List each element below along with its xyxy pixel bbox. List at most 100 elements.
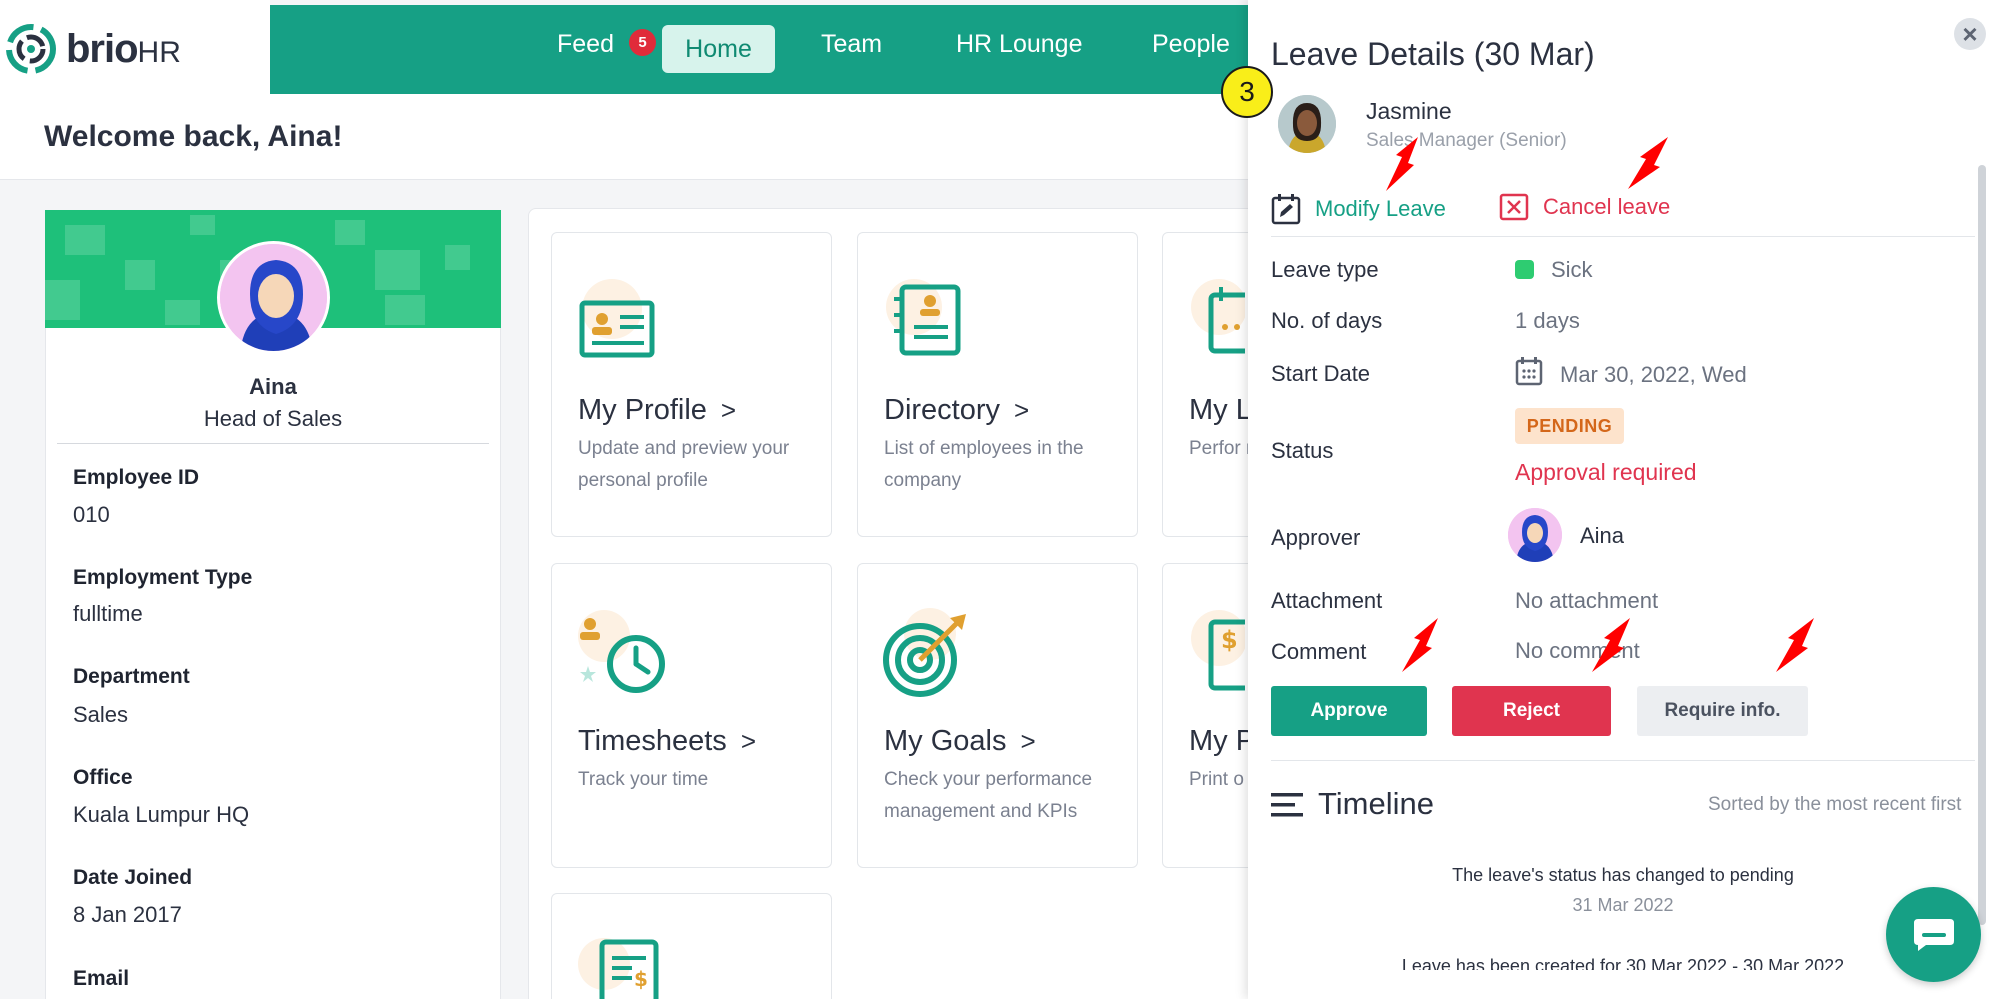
approver-label: Approver [1271,525,1361,550]
start-date-value: Mar 30, 2022, Wed [1560,362,1747,387]
drawer-divider [1271,236,1975,237]
brio-logo-icon[interactable] [6,24,56,74]
svg-text:$: $ [1221,626,1238,654]
clock-icon [578,610,665,693]
reject-button[interactable]: Reject [1452,686,1611,736]
field-label-department: Department [73,665,190,688]
chevron-right-icon: > [740,726,756,756]
field-label-employment-type: Employment Type [73,566,253,589]
document-icon: $ [578,938,659,999]
tile-description: Track your time [578,769,709,790]
annotation-arrow-icon [1386,137,1418,191]
nav-home[interactable]: Home [662,25,775,73]
tile-my-goals[interactable]: My Goals > Check your performance managem… [857,563,1138,868]
field-label-email: Email [73,967,130,990]
field-label-employee-id: Employee ID [73,466,200,489]
annotation-arrow-icon [1776,618,1814,672]
tile-title: Directory [884,394,1001,426]
svg-text:$: $ [634,967,648,991]
employee-name: Jasmine [1366,98,1452,124]
tile-timesheets[interactable]: Timesheets > Track your time [551,563,832,868]
calendar-icon [1191,279,1245,354]
start-date-label: Start Date [1271,361,1371,386]
list-icon [1271,793,1303,817]
tile-my-profile[interactable]: My Profile > Update and preview your pers… [551,232,832,537]
approver-avatar [1508,508,1562,562]
field-label-date-joined: Date Joined [73,866,193,889]
attachment-value: No attachment [1515,588,1659,613]
annotation-arrow-icon [1402,618,1438,672]
days-value: 1 days [1515,308,1580,333]
profile-title: Head of Sales [203,406,343,431]
chat-button[interactable] [1886,887,1981,982]
feed-notification-badge: 5 [629,29,656,56]
welcome-heading: Welcome back, Aina! [44,120,343,153]
logo-slant [215,0,260,94]
profile-name: Aina [249,374,297,399]
directory-icon [886,279,961,356]
profile-divider [57,443,489,444]
annotation-arrow-icon [1628,137,1668,189]
attachment-label: Attachment [1271,588,1383,613]
field-label-office: Office [73,766,133,789]
close-icon[interactable]: × [1954,18,1986,50]
tile-description: Check your performance management and KP… [884,769,1093,822]
leave-type-label: Leave type [1271,257,1379,282]
comment-label: Comment [1271,639,1367,664]
status-badge: PENDING [1515,408,1624,444]
timeline-event-text: Leave has been created for 30 Mar 2022 -… [1401,956,1845,970]
cancel-leave-link[interactable]: Cancel leave [1499,193,1670,221]
drawer-scrollbar[interactable] [1978,165,1986,925]
field-value-department: Sales [73,702,129,727]
tile-directory[interactable]: Directory > List of employees in the comp… [857,232,1138,537]
tile-description: Update and preview your personal profile [578,438,790,491]
tile-title: My L [1189,394,1252,426]
profile-card-icon [579,279,655,358]
calendar-icon [1515,357,1543,386]
nav-feed[interactable]: Feed [557,30,614,59]
nav-people[interactable]: People [1152,30,1230,59]
chevron-right-icon: > [720,395,737,425]
step-number-marker: 3 [1221,66,1273,118]
chevron-right-icon: > [1014,395,1030,425]
chevron-right-icon: > [1020,726,1036,756]
leave-type-value: Sick [1515,257,1593,283]
employee-avatar [1278,95,1336,153]
brio-logo-text[interactable]: brioHR [66,27,181,72]
approval-required-text: Approval required [1515,459,1697,485]
tile-title: My Goals [884,725,1007,757]
annotation-arrow-icon [1592,618,1630,672]
hijab-avatar-icon [1508,508,1562,562]
edit-calendar-icon [1271,194,1301,225]
field-value-employment-type: fulltime [73,601,143,626]
tile-title: My Profile [578,394,707,426]
tile-documents[interactable]: $ [551,893,832,999]
timeline-title: Timeline [1318,786,1434,821]
user-avatar[interactable] [217,241,330,354]
timeline-event-text: The leave's status has changed to pendin… [1452,865,1794,885]
cancel-square-icon [1499,193,1529,221]
tile-title: My P [1189,725,1256,757]
nav-team[interactable]: Team [821,30,882,59]
leave-type-color-dot [1515,260,1534,279]
drawer-title: Leave Details (30 Mar) [1271,36,1595,72]
target-icon [883,608,966,697]
woman-avatar-icon [1278,95,1336,153]
modify-leave-link[interactable]: Modify Leave [1271,193,1446,225]
approve-button[interactable]: Approve [1271,686,1427,736]
cancel-leave-label: Cancel leave [1543,194,1671,219]
status-label: Status [1271,438,1334,463]
timeline-event-date: 31 Mar 2022 [1572,895,1674,915]
modify-leave-label: Modify Leave [1315,196,1446,221]
tile-description: List of employees in the company [884,438,1084,491]
require-info-button[interactable]: Require info. [1637,686,1808,736]
field-value-date-joined: 8 Jan 2017 [73,902,182,927]
tile-title: Timesheets [578,725,727,757]
days-label: No. of days [1271,308,1383,333]
chat-bubble-icon [1913,918,1954,951]
nav-hr-lounge[interactable]: HR Lounge [956,30,1082,59]
payslip-icon: $ [1191,610,1245,691]
timeline-divider [1271,760,1975,761]
field-value-office: Kuala Lumpur HQ [73,802,250,827]
field-value-employee-id: 010 [73,502,110,527]
